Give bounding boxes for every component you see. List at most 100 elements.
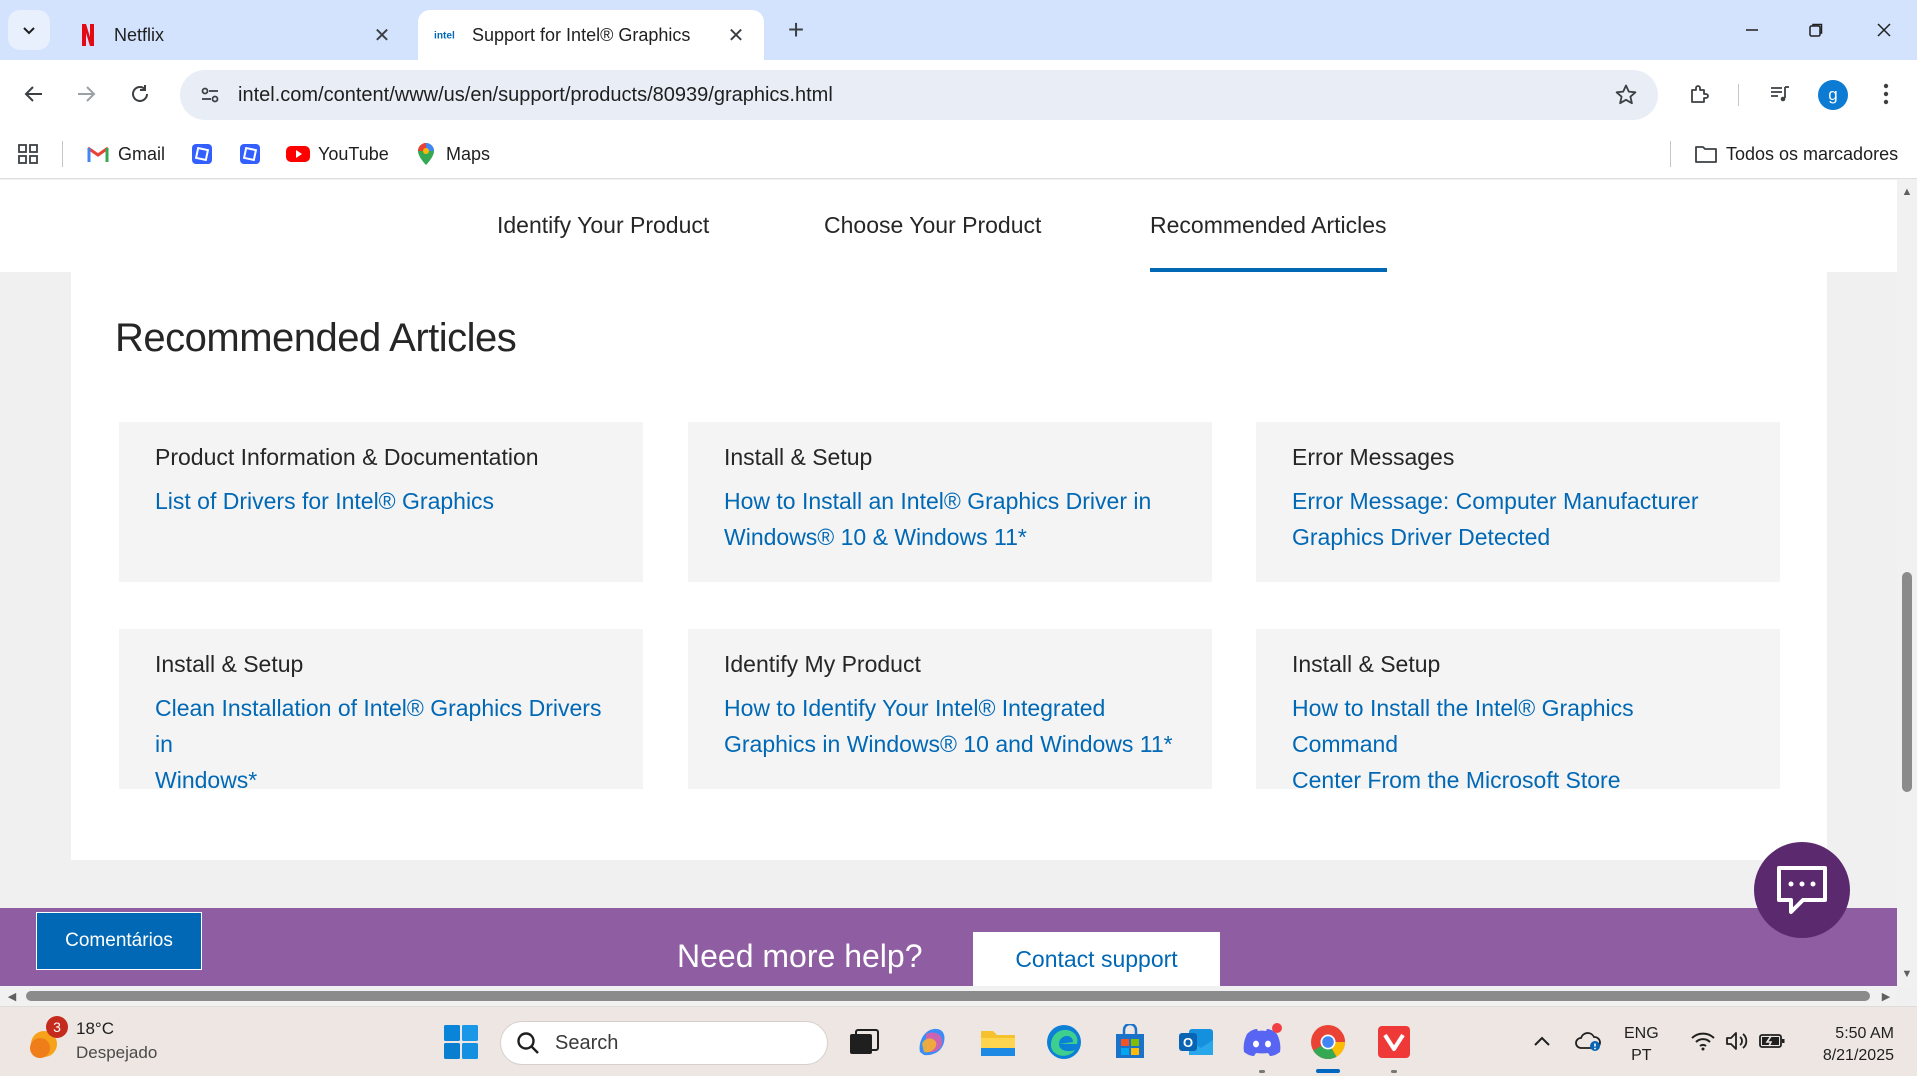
- subnav-recommended-articles[interactable]: Recommended Articles: [1150, 212, 1387, 272]
- recommended-articles-section: Recommended Articles Product Information…: [71, 272, 1827, 860]
- forward-button[interactable]: [66, 74, 106, 114]
- vertical-scroll-thumb[interactable]: [1902, 572, 1912, 792]
- article-link[interactable]: Error Message: Computer Manufacturer Grap…: [1292, 483, 1744, 555]
- close-tab-icon[interactable]: ✕: [370, 23, 394, 47]
- copilot-button[interactable]: [909, 1019, 955, 1065]
- bookmarks-divider: [62, 141, 63, 167]
- horizontal-scroll-thumb[interactable]: [26, 991, 1870, 1001]
- subnav-identify-your-product[interactable]: Identify Your Product: [497, 212, 709, 272]
- site-info-icon[interactable]: [188, 73, 232, 117]
- article-category: Identify My Product: [724, 651, 921, 677]
- onedrive-button[interactable]: [1572, 1025, 1604, 1057]
- intel-icon: intel: [434, 23, 458, 47]
- file-explorer-button[interactable]: [975, 1019, 1021, 1065]
- apps-button[interactable]: [16, 137, 48, 171]
- horizontal-scrollbar[interactable]: ◀ ▶: [0, 986, 1897, 1006]
- bookmark-label: YouTube: [318, 143, 389, 164]
- bookmark-gmail[interactable]: Gmail: [86, 137, 165, 171]
- address-bar[interactable]: [180, 70, 1658, 120]
- back-button[interactable]: [14, 74, 54, 114]
- close-window-button[interactable]: [1858, 10, 1910, 50]
- discord-button[interactable]: [1239, 1019, 1285, 1065]
- article-card: Identify My Product How to Identify Your…: [688, 629, 1212, 789]
- vertical-scrollbar[interactable]: ▲ ▼: [1897, 180, 1917, 986]
- restore-button[interactable]: [1790, 10, 1842, 50]
- chat-button[interactable]: [1754, 842, 1850, 938]
- profile-avatar[interactable]: g: [1818, 80, 1848, 110]
- subnav-choose-your-product[interactable]: Choose Your Product: [824, 212, 1041, 272]
- taskbar-search[interactable]: Search: [500, 1021, 828, 1065]
- article-link[interactable]: How to Identify Your Intel® Integrated Gr…: [724, 690, 1176, 762]
- article-link[interactable]: Clean Installation of Intel® Graphics Dr…: [155, 690, 607, 798]
- article-link[interactable]: List of Drivers for Intel® Graphics: [155, 483, 607, 519]
- bookmark-maps[interactable]: Maps: [414, 137, 490, 171]
- extensions-button[interactable]: [1680, 74, 1720, 114]
- start-button[interactable]: [438, 1019, 484, 1065]
- chat-icon: [1777, 866, 1827, 914]
- vivaldi-button[interactable]: [1371, 1019, 1417, 1065]
- article-category: Install & Setup: [1292, 651, 1441, 677]
- wifi-icon: [1691, 1032, 1715, 1051]
- tab-intel-support[interactable]: intel Support for Intel® Graphics ✕: [418, 10, 764, 60]
- show-hidden-icons-button[interactable]: [1528, 1025, 1556, 1057]
- media-controls-button[interactable]: [1760, 74, 1800, 114]
- task-view-icon: [850, 1029, 879, 1054]
- arrow-left-icon: [24, 86, 42, 102]
- feedback-button[interactable]: Comentários: [36, 912, 202, 970]
- reload-icon: [132, 85, 148, 102]
- close-tab-icon[interactable]: ✕: [724, 23, 748, 47]
- bookmark-roblox-2[interactable]: [238, 137, 270, 171]
- all-bookmarks-button[interactable]: Todos os marcadores: [1694, 137, 1898, 171]
- article-link[interactable]: How to Install the Intel® Graphics Comma…: [1292, 690, 1744, 798]
- chrome-icon: [1311, 1025, 1345, 1059]
- bookmarks-bar: Gmail YouTube Maps Todos os marcadores: [0, 129, 1917, 179]
- outlook-button[interactable]: O: [1173, 1019, 1219, 1065]
- bookmark-label: Gmail: [118, 143, 166, 164]
- weather-widget[interactable]: 3 18°C Despejado: [26, 1016, 157, 1065]
- store-icon: [1116, 1024, 1144, 1058]
- contact-support-button[interactable]: Contact support: [973, 932, 1220, 986]
- input-language-indicator[interactable]: ENG PT: [1624, 1023, 1659, 1067]
- scroll-up-icon[interactable]: ▲: [1899, 184, 1915, 200]
- new-tab-button[interactable]: +: [780, 14, 812, 46]
- tab-strip: Netflix ✕ intel Support for Intel® Graph…: [0, 0, 1917, 60]
- tab-title: Netflix: [114, 24, 165, 45]
- minimize-icon: [1746, 29, 1758, 31]
- tab-netflix[interactable]: Netflix ✕: [60, 10, 410, 60]
- minimize-button[interactable]: [1726, 10, 1778, 50]
- reload-button[interactable]: [120, 74, 160, 114]
- bookmark-label: Todos os marcadores: [1726, 143, 1899, 164]
- chrome-button[interactable]: [1305, 1019, 1351, 1065]
- bookmark-star-icon[interactable]: [1606, 75, 1646, 115]
- browser-menu-button[interactable]: [1866, 74, 1906, 114]
- speaker-icon: [1726, 1032, 1748, 1050]
- help-title: Need more help?: [677, 938, 923, 974]
- system-clock[interactable]: 5:50 AM 8/21/2025: [1804, 1023, 1894, 1067]
- task-view-button[interactable]: [841, 1019, 887, 1065]
- url-input[interactable]: [232, 83, 1606, 107]
- chrome-active-indicator: [1316, 1069, 1340, 1073]
- bookmark-roblox-1[interactable]: [190, 137, 222, 171]
- wifi-button[interactable]: [1688, 1025, 1718, 1057]
- tab-search-button[interactable]: [8, 10, 50, 50]
- tab-title: Support for Intel® Graphics: [472, 24, 691, 45]
- article-card: Install & Setup Clean Installation of In…: [119, 629, 643, 793]
- scroll-left-icon[interactable]: ◀: [4, 988, 20, 1004]
- maps-pin-icon: [414, 142, 438, 166]
- microsoft-store-button[interactable]: [1107, 1019, 1153, 1065]
- roblox-icon: [190, 142, 214, 166]
- chevron-up-icon: [1534, 1036, 1550, 1046]
- volume-button[interactable]: [1722, 1025, 1752, 1057]
- article-link[interactable]: How to Install an Intel® Graphics Driver…: [724, 483, 1176, 555]
- bookmark-youtube[interactable]: YouTube: [286, 137, 389, 171]
- apps-grid-icon: [16, 142, 40, 166]
- arrow-right-icon: [78, 86, 96, 102]
- scroll-right-icon[interactable]: ▶: [1878, 988, 1894, 1004]
- battery-button[interactable]: [1756, 1025, 1788, 1057]
- netflix-icon: [76, 23, 100, 47]
- scroll-down-icon[interactable]: ▼: [1899, 966, 1915, 982]
- edge-button[interactable]: [1041, 1019, 1087, 1065]
- search-placeholder: Search: [555, 1031, 619, 1054]
- windows-taskbar: 3 18°C Despejado Search O ENG PT 5:50 AM…: [0, 1006, 1917, 1076]
- article-category: Install & Setup: [724, 444, 873, 470]
